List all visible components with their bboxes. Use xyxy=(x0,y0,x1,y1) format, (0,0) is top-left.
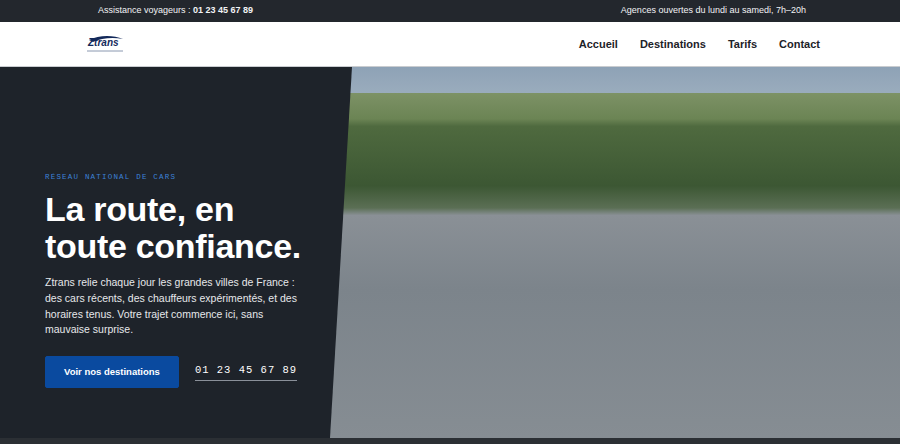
assistance-info: Assistance voyageurs : 01 23 45 67 89 xyxy=(98,4,253,18)
hero-title: La route, entoute confiance. xyxy=(45,191,330,264)
hero: RÉSEAU NATIONAL DE CARS La route, entoute… xyxy=(0,67,900,438)
opening-hours: Agences ouvertes du lundi au samedi, 7h–… xyxy=(621,4,806,18)
nav-link[interactable]: Destinations xyxy=(640,36,706,53)
nav-links: Accueil Destinations Tarifs Contact xyxy=(579,36,820,53)
hero-text: Ztrans relie chaque jour les grandes vil… xyxy=(45,275,305,337)
destinations-button[interactable]: Voir nos destinations xyxy=(45,356,179,388)
bottom-strip xyxy=(0,438,900,444)
assistance-label: Assistance voyageurs : xyxy=(98,5,193,15)
hero-eyebrow: RÉSEAU NATIONAL DE CARS xyxy=(45,171,330,183)
hero-title-line: toute confiance. xyxy=(45,228,330,265)
hero-phone-link[interactable]: 01 23 45 67 89 xyxy=(195,363,297,381)
nav-link[interactable]: Tarifs xyxy=(728,36,757,53)
nav-link[interactable]: Accueil xyxy=(579,36,618,53)
hero-content: RÉSEAU NATIONAL DE CARS La route, entoute… xyxy=(0,67,330,438)
hero-photo xyxy=(330,67,900,438)
top-bar: Assistance voyageurs : 01 23 45 67 89 Age… xyxy=(0,0,900,22)
logo[interactable]: Ztrans xyxy=(85,34,125,54)
hero-actions: Voir nos destinations 01 23 45 67 89 xyxy=(45,356,330,388)
assistance-phone[interactable]: 01 23 45 67 89 xyxy=(193,5,253,15)
main-navbar: Ztrans Accueil Destinations Tarifs Contact xyxy=(0,22,900,67)
nav-link[interactable]: Contact xyxy=(779,36,820,53)
logo-text: Ztrans xyxy=(85,34,125,48)
hero-title-line: La route, en xyxy=(45,191,330,228)
